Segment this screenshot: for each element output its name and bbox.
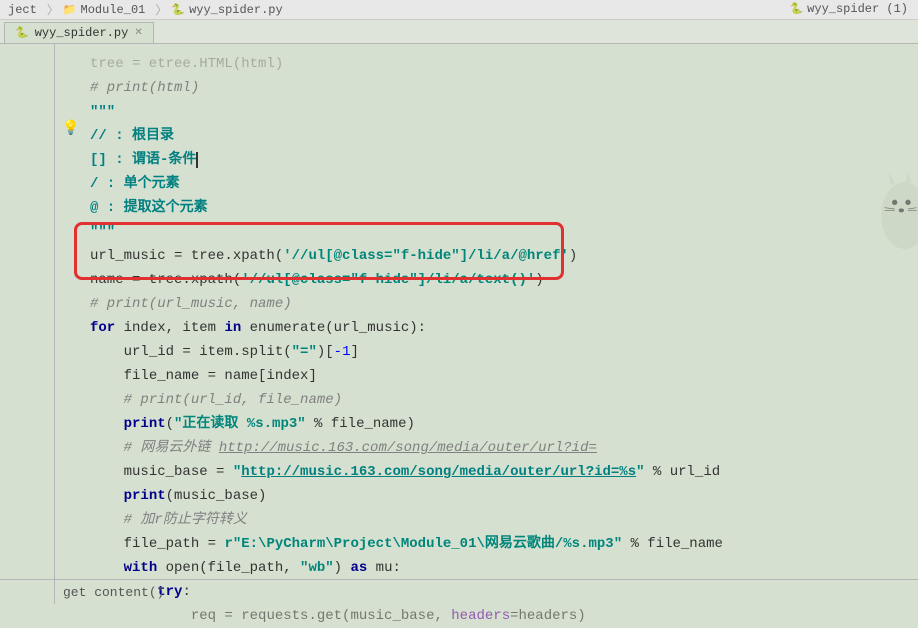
code-line: [] : 谓语-条件	[90, 152, 196, 168]
python-file-icon: 🐍	[15, 26, 29, 40]
code-line: for	[90, 320, 115, 336]
code-line: # print(url_id, file_name)	[124, 392, 342, 408]
python-file-icon: 🐍	[789, 2, 803, 16]
code-line: """	[90, 224, 115, 240]
code-line: @ : 提取这个元素	[90, 200, 208, 216]
code-line: """	[90, 104, 115, 120]
code-line: # 加r防止字符转义	[124, 512, 247, 528]
totoro-decoration	[878, 149, 918, 269]
code-line: with	[124, 560, 158, 576]
code-line: print	[124, 416, 166, 432]
breadcrumb-bar: ject 〉 📁 Module_01 〉 🐍 wyy_spider.py 🐍 w…	[0, 0, 918, 20]
code-line: tree = etree.HTML(html)	[90, 56, 283, 72]
breadcrumb-item[interactable]: 🐍 wyy_spider.py	[171, 3, 282, 17]
editor-gutter	[0, 44, 55, 604]
breadcrumb-sep: 〉	[155, 1, 167, 18]
code-line: file_path =	[124, 536, 225, 552]
code-line: // : 根目录	[90, 128, 174, 144]
code-line: name = tree.xpath(	[90, 272, 241, 288]
editor-tab-bar: 🐍 wyy_spider.py ✕	[0, 20, 918, 44]
code-line: # print(url_music, name)	[90, 296, 292, 312]
run-configuration[interactable]: 🐍 wyy_spider (1)	[789, 2, 908, 16]
status-context: get content()	[55, 581, 172, 604]
code-line: print	[124, 488, 166, 504]
close-icon[interactable]: ✕	[134, 27, 142, 39]
breadcrumb-sep: 〉	[47, 1, 59, 18]
folder-icon: 📁	[63, 3, 77, 17]
code-editor[interactable]: 💡 tree = etree.HTML(html) # print(html) …	[0, 44, 918, 604]
code-line: music_base =	[124, 464, 233, 480]
code-line: req = requests.get(music_base,	[191, 608, 451, 624]
breadcrumb-item[interactable]: 📁 Module_01	[63, 3, 146, 17]
editor-tab[interactable]: 🐍 wyy_spider.py ✕	[4, 22, 154, 43]
tab-label: wyy_spider.py	[35, 26, 129, 40]
code-line: file_name = name[index]	[124, 368, 317, 384]
code-line: # 网易云外链	[124, 440, 219, 456]
code-line: # print(html)	[90, 80, 199, 96]
code-line: url_id = item.split(	[124, 344, 292, 360]
python-file-icon: 🐍	[171, 3, 185, 17]
breadcrumb-item[interactable]: ject	[8, 3, 37, 17]
code-content[interactable]: tree = etree.HTML(html) # print(html) ""…	[60, 52, 918, 628]
code-line: / : 单个元素	[90, 176, 180, 192]
code-line: url_music = tree.xpath(	[90, 248, 283, 264]
